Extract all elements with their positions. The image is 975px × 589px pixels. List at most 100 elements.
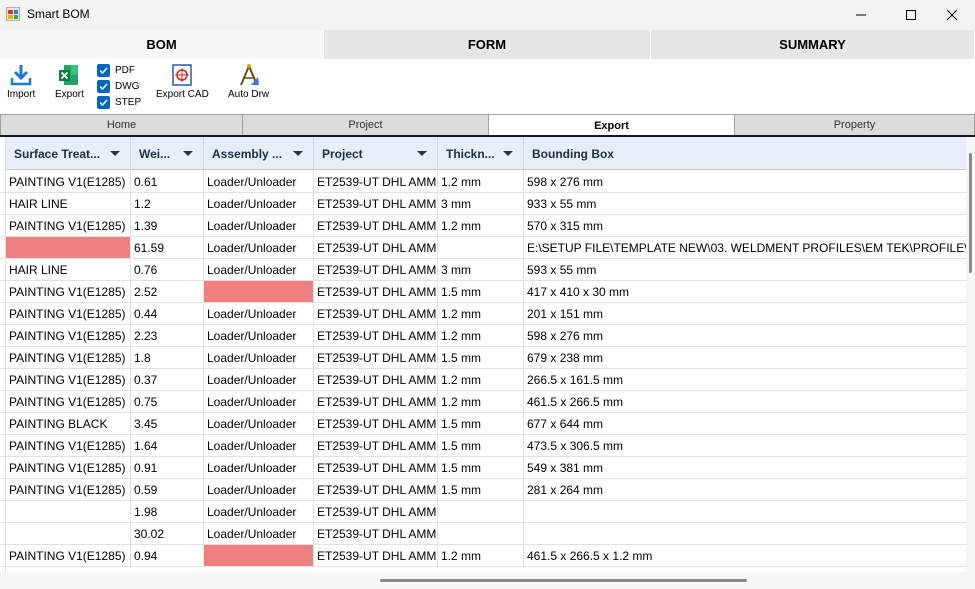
table-row[interactable]: PAINTING BLACK 3.45 Loader/Unloader ET2539-… [0,413,966,435]
cell-project[interactable]: ET2539-UT DHL AMM [314,413,438,434]
maximize-button[interactable] [888,0,934,30]
cell-bounding-box[interactable]: 677 x 644 mm [524,413,966,434]
cell-surface-treatment[interactable]: PAINTING V1(E1285) [6,171,131,192]
cell-weight[interactable]: 0.37 [131,369,204,390]
cell-weight[interactable]: 1.8 [131,347,204,368]
table-row[interactable]: PAINTING V1(E1285) 0.61 Loader/Unloader ET2… [0,171,966,193]
table-row[interactable]: PAINTING V1(E1285) 2.52 ET2539-UT DHL AMM 1… [0,281,966,303]
cell-thickness[interactable]: 1.5 mm [438,457,524,478]
table-row[interactable]: HAIR LINE 1.2 Loader/Unloader ET2539-UT DHL… [0,193,966,215]
cell-project[interactable]: ET2539-UT DHL AMM [314,435,438,456]
cell-thickness[interactable]: 1.2 mm [438,171,524,192]
table-row[interactable]: PAINTING V1(E1285) 2.23 Loader/Unloader ET2… [0,325,966,347]
table-row[interactable]: PAINTING V1(E1285) 1.39 Loader/Unloader ET2… [0,215,966,237]
cell-thickness[interactable]: 3 mm [438,193,524,214]
cell-project[interactable]: ET2539-UT DHL AMM [314,281,438,302]
cell-assembly[interactable]: Loader/Unloader [204,347,314,368]
cell-weight[interactable]: 1.2 [131,193,204,214]
column-header-project[interactable]: Project [314,137,438,170]
cell-project[interactable]: ET2539-UT DHL AMM [314,457,438,478]
vertical-scrollbar[interactable] [966,137,975,572]
tab-home[interactable]: Home [0,114,243,136]
table-row[interactable]: HAIR LINE 0.76 Loader/Unloader ET2539-UT DH… [0,259,966,281]
cell-project[interactable]: ET2539-UT DHL AMM [314,259,438,280]
cell-weight[interactable]: 0.76 [131,259,204,280]
cell-weight[interactable]: 2.23 [131,325,204,346]
cell-surface-treatment[interactable] [6,501,131,522]
cell-project[interactable]: ET2539-UT DHL AMM [314,347,438,368]
cell-surface-treatment[interactable]: PAINTING V1(E1285) [6,347,131,368]
cell-weight[interactable]: 2.52 [131,281,204,302]
table-row[interactable]: PAINTING V1(E1285) 0.75 Loader/Unloader ET2… [0,391,966,413]
cell-project[interactable]: ET2539-UT DHL AMM [314,501,438,522]
cell-thickness[interactable] [438,501,524,522]
cell-surface-treatment[interactable]: PAINTING V1(E1285) [6,325,131,346]
dropdown-arrow-icon[interactable] [183,151,193,156]
cell-project[interactable]: ET2539-UT DHL AMM [314,193,438,214]
tab-bom[interactable]: BOM [0,30,324,59]
column-header-weight[interactable]: Wei... [131,137,204,170]
cell-bounding-box[interactable]: E:\SETUP FILE\TEMPLATE NEW\03. WELDMENT … [524,237,966,258]
cell-weight[interactable]: 30.02 [131,523,204,544]
column-header-surface-treatment[interactable]: Surface Treat... [6,137,131,170]
cell-bounding-box[interactable] [524,523,966,544]
dropdown-arrow-icon[interactable] [503,151,513,156]
cell-assembly[interactable]: Loader/Unloader [204,171,314,192]
cell-thickness[interactable]: 1.2 mm [438,545,524,566]
cell-thickness[interactable] [438,523,524,544]
cell-thickness[interactable]: 1.5 mm [438,281,524,302]
cell-bounding-box[interactable]: 201 x 151 mm [524,303,966,324]
cell-bounding-box[interactable]: 549 x 381 mm [524,457,966,478]
cell-project[interactable]: ET2539-UT DHL AMM [314,237,438,258]
cell-surface-treatment[interactable]: PAINTING V1(E1285) [6,457,131,478]
cell-assembly[interactable]: Loader/Unloader [204,259,314,280]
cell-assembly[interactable]: Loader/Unloader [204,391,314,412]
cell-assembly[interactable]: Loader/Unloader [204,457,314,478]
cell-assembly[interactable] [204,281,314,302]
cell-weight[interactable]: 61.59 [131,237,204,258]
cell-weight[interactable]: 1.39 [131,215,204,236]
table-row[interactable]: 1.98 Loader/Unloader ET2539-UT DHL AMM [0,501,966,523]
cell-thickness[interactable]: 1.5 mm [438,435,524,456]
cell-surface-treatment[interactable]: PAINTING V1(E1285) [6,479,131,500]
cell-bounding-box[interactable]: 473.5 x 306.5 mm [524,435,966,456]
dropdown-arrow-icon[interactable] [110,151,120,156]
tab-form[interactable]: FORM [324,30,651,59]
cell-thickness[interactable]: 1.2 mm [438,369,524,390]
cell-thickness[interactable]: 1.2 mm [438,325,524,346]
vertical-scroll-thumb[interactable] [969,153,972,273]
table-row[interactable]: PAINTING V1(E1285) 1.64 Loader/Unloader ET2… [0,435,966,457]
cell-assembly[interactable]: Loader/Unloader [204,215,314,236]
export-cad-button[interactable]: Export CAD [156,63,209,100]
horizontal-scroll-thumb[interactable] [380,579,747,582]
table-row[interactable]: PAINTING V1(E1285) 0.91 Loader/Unloader ET2… [0,457,966,479]
pdf-checkbox[interactable]: PDF [97,62,141,78]
cell-assembly[interactable]: Loader/Unloader [204,193,314,214]
table-row[interactable]: PAINTING V1(E1285) 0.44 Loader/Unloader ET2… [0,303,966,325]
import-button[interactable]: Import [7,63,35,100]
close-button[interactable] [929,0,975,30]
cell-thickness[interactable]: 1.5 mm [438,347,524,368]
auto-drw-button[interactable]: Auto Drw [228,63,269,100]
cell-project[interactable]: ET2539-UT DHL AMM [314,171,438,192]
cell-project[interactable]: ET2539-UT DHL AMM [314,479,438,500]
export-button[interactable]: Export [55,63,84,100]
cell-weight[interactable]: 1.98 [131,501,204,522]
cell-bounding-box[interactable] [524,501,966,522]
cell-thickness[interactable] [438,237,524,258]
cell-project[interactable]: ET2539-UT DHL AMM [314,325,438,346]
tab-summary[interactable]: SUMMARY [651,30,975,59]
cell-weight[interactable]: 0.94 [131,545,204,566]
cell-surface-treatment[interactable] [6,237,131,258]
cell-surface-treatment[interactable] [6,523,131,544]
tab-project[interactable]: Project [242,114,489,136]
cell-bounding-box[interactable]: 679 x 238 mm [524,347,966,368]
cell-assembly[interactable]: Loader/Unloader [204,479,314,500]
cell-surface-treatment[interactable]: PAINTING V1(E1285) [6,303,131,324]
tab-property[interactable]: Property [734,114,975,136]
cell-assembly[interactable]: Loader/Unloader [204,303,314,324]
cell-surface-treatment[interactable]: PAINTING V1(E1285) [6,435,131,456]
cell-surface-treatment[interactable]: PAINTING V1(E1285) [6,391,131,412]
cell-project[interactable]: ET2539-UT DHL AMM [314,523,438,544]
cell-surface-treatment[interactable]: HAIR LINE [6,193,131,214]
